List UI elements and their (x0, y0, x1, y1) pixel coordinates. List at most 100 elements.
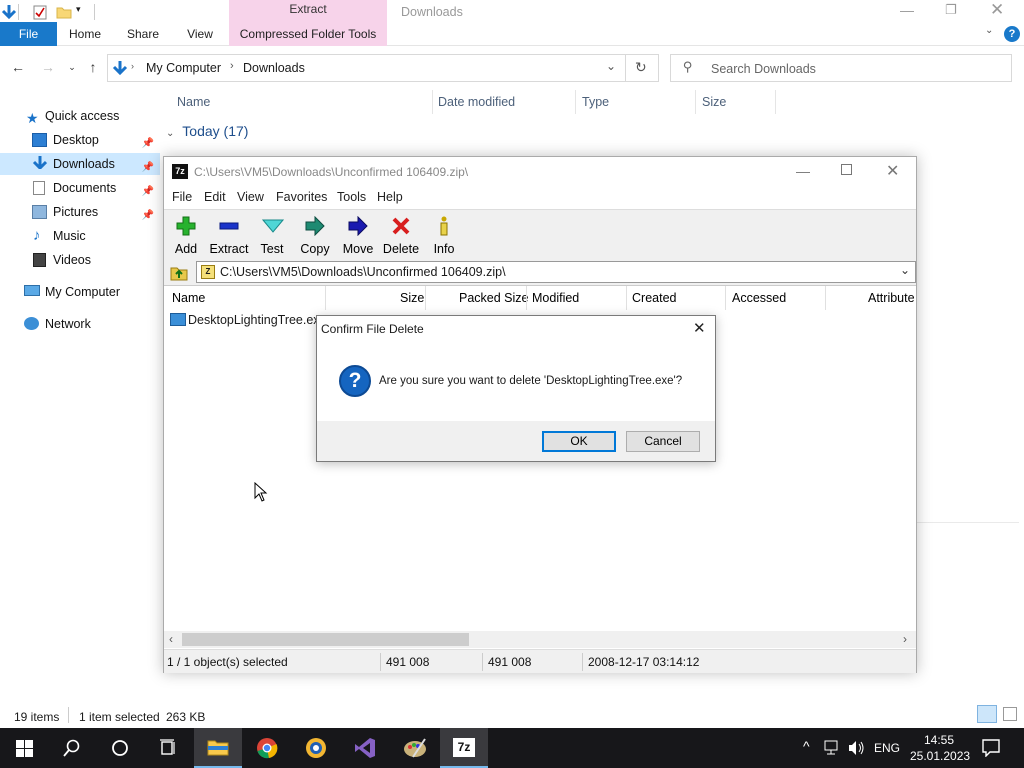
taskbar-visual-studio[interactable] (341, 728, 389, 768)
path-input[interactable]: Z C:\Users\VM5\Downloads\Unconfirmed 106… (196, 261, 916, 283)
large-icons-view-icon[interactable] (1003, 707, 1017, 721)
search-input[interactable]: Search Downloads (711, 62, 816, 76)
nav-quick-access[interactable]: ★ Quick access (22, 105, 160, 127)
dialog-close-icon[interactable]: ✕ (693, 319, 706, 337)
scroll-right-icon[interactable]: › (903, 632, 907, 646)
minimize-icon[interactable]: — (796, 163, 810, 179)
column-name[interactable]: Name (172, 291, 205, 305)
column-packed-size[interactable]: Packed Size (459, 291, 528, 305)
ribbon-collapse-icon[interactable]: ⌄ (985, 25, 993, 36)
cortana-icon[interactable] (111, 739, 129, 757)
tab-share[interactable]: Share (116, 22, 170, 46)
column-date-modified[interactable]: Date modified (438, 95, 515, 109)
delete-button[interactable]: Delete (379, 214, 423, 258)
7zip-title: C:\Users\VM5\Downloads\Unconfirmed 10640… (194, 165, 469, 179)
extract-button[interactable]: Extract (207, 214, 251, 258)
column-type[interactable]: Type (582, 95, 609, 109)
language-indicator[interactable]: ENG (874, 741, 900, 755)
7zip-toolbar: Add Extract Test Copy Move Delete Info (164, 209, 916, 259)
nav-item-desktop[interactable]: Desktop 📌 (0, 129, 160, 151)
cancel-button[interactable]: Cancel (626, 431, 700, 452)
tab-home[interactable]: Home (58, 22, 112, 46)
nav-item-documents[interactable]: Documents 📌 (0, 177, 160, 199)
nav-item-my-computer[interactable]: My Computer (0, 281, 160, 303)
forward-icon[interactable]: → (38, 58, 58, 76)
ok-button[interactable]: OK (542, 431, 616, 452)
column-size[interactable]: Size (702, 95, 726, 109)
downloads-icon (32, 156, 47, 169)
menu-edit[interactable]: Edit (204, 190, 226, 204)
network-status-icon[interactable] (824, 740, 842, 756)
notifications-icon[interactable] (982, 739, 1000, 757)
restore-icon[interactable]: ❐ (945, 2, 957, 18)
nav-item-videos[interactable]: Videos (0, 249, 160, 271)
taskbar-file-explorer[interactable] (194, 728, 242, 768)
pin-icon: 📌 (141, 186, 154, 197)
address-row: ← → ⌄ ↑ › My Computer › Downloads ⌄ ↻ ⚲ … (0, 52, 1024, 82)
properties-icon[interactable] (32, 4, 48, 20)
test-button[interactable]: Test (250, 214, 294, 258)
scroll-left-icon[interactable]: ‹ (169, 632, 173, 646)
copy-button[interactable]: Copy (293, 214, 337, 258)
clock-date[interactable]: 25.01.2023 (910, 749, 970, 763)
group-header[interactable]: ⌄ Today (17) (166, 123, 248, 139)
clock-time[interactable]: 14:55 (924, 733, 954, 747)
nav-item-downloads[interactable]: Downloads 📌 (0, 153, 160, 175)
close-icon[interactable]: ✕ (990, 0, 1004, 20)
dialog-titlebar: Confirm File Delete ✕ (317, 316, 715, 342)
task-view-icon[interactable] (159, 739, 177, 757)
dialog-body: ? Are you sure you want to delete 'Deskt… (317, 342, 715, 421)
move-button[interactable]: Move (336, 214, 380, 258)
windows-start-icon[interactable] (16, 740, 33, 757)
7zip-titlebar: 7z C:\Users\VM5\Downloads\Unconfirmed 10… (164, 157, 916, 187)
qat-dropdown-icon[interactable]: ▾ (76, 4, 81, 15)
tab-compressed-folder-tools[interactable]: Compressed Folder Tools (229, 22, 387, 46)
path-dropdown-icon[interactable]: ⌄ (900, 263, 910, 277)
menu-help[interactable]: Help (377, 190, 403, 204)
info-button[interactable]: Info (422, 214, 466, 258)
nav-item-pictures[interactable]: Pictures 📌 (0, 201, 160, 223)
back-icon[interactable]: ← (8, 58, 28, 76)
maximize-icon[interactable] (841, 164, 852, 175)
menu-tools[interactable]: Tools (337, 190, 366, 204)
volume-icon[interactable] (848, 740, 866, 756)
nav-item-network[interactable]: Network (0, 313, 160, 335)
column-accessed[interactable]: Accessed (732, 291, 786, 305)
taskbar-chrome[interactable] (244, 728, 292, 768)
column-name[interactable]: Name (177, 95, 210, 109)
tab-view[interactable]: View (174, 22, 226, 46)
up-icon[interactable]: ↑ (83, 58, 103, 76)
search-icon[interactable] (63, 739, 81, 757)
address-bar[interactable]: › My Computer › Downloads ⌄ ↻ (107, 54, 659, 82)
nav-label: Documents (53, 181, 117, 195)
minimize-icon[interactable]: — (900, 2, 914, 18)
menu-favorites[interactable]: Favorites (276, 190, 327, 204)
recent-locations-icon[interactable]: ⌄ (62, 58, 82, 76)
menu-file[interactable]: File (172, 190, 192, 204)
taskbar-7zip[interactable]: 7z (440, 728, 488, 768)
taskbar-paint[interactable] (391, 728, 439, 768)
breadcrumb-downloads[interactable]: Downloads (243, 61, 305, 75)
address-dropdown-icon[interactable]: ⌄ (606, 59, 616, 73)
column-created[interactable]: Created (632, 291, 676, 305)
taskbar-browser[interactable] (293, 728, 341, 768)
menu-view[interactable]: View (237, 190, 264, 204)
refresh-icon[interactable]: ↻ (635, 59, 647, 76)
scrollbar-thumb[interactable] (182, 633, 469, 646)
folder-up-icon[interactable] (170, 263, 188, 281)
nav-item-music[interactable]: ♪ Music (0, 225, 160, 247)
details-view-icon[interactable] (977, 705, 997, 723)
horizontal-scrollbar[interactable]: ‹ › (164, 631, 916, 648)
close-icon[interactable]: ✕ (886, 161, 899, 181)
tab-file[interactable]: File (0, 22, 57, 46)
new-folder-icon[interactable] (56, 4, 72, 20)
column-modified[interactable]: Modified (532, 291, 579, 305)
window-title: Downloads (401, 5, 463, 19)
breadcrumb-my-computer[interactable]: My Computer (146, 61, 221, 75)
add-button[interactable]: Add (164, 214, 208, 258)
column-size[interactable]: Size (400, 291, 424, 305)
column-attribute[interactable]: Attribute (868, 291, 915, 305)
search-box[interactable]: ⚲ Search Downloads (670, 54, 1012, 82)
show-hidden-icons-icon[interactable]: ^ (803, 738, 810, 754)
help-icon[interactable]: ? (1004, 26, 1020, 42)
